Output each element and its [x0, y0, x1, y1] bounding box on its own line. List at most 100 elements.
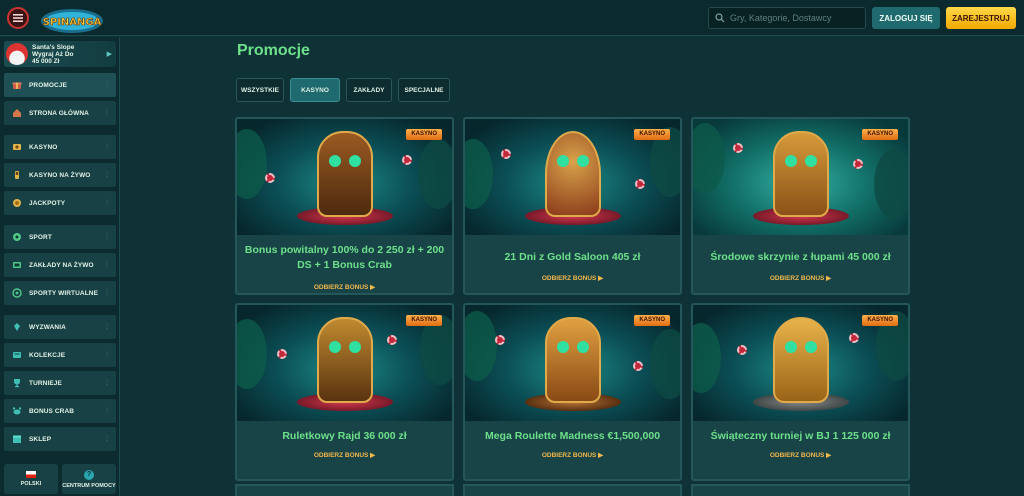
sidebar-item-wyzwania[interactable]: WYZWANIA ⋮	[4, 315, 116, 339]
spinanga-logo[interactable]: SPINANGA	[40, 4, 104, 34]
promo-card[interactable]: KASYNO Mega Roulette Madness €1,500,000 …	[463, 303, 682, 481]
sidebar-item-promocje[interactable]: PROMOCJE ⋮	[4, 73, 116, 97]
promo-card-partial[interactable]	[235, 484, 454, 496]
virtual-sports-icon	[12, 288, 22, 298]
search-icon	[715, 13, 725, 23]
sidebar-item-sporty-wirtualne[interactable]: SPORTY WIRTUALNE ⋮	[4, 281, 116, 305]
sidebar-item-label: PROMOCJE	[29, 81, 68, 89]
gift-icon	[12, 82, 22, 89]
sidebar-item-sklep[interactable]: SKLEP ⋮	[4, 427, 116, 451]
claim-bonus-link[interactable]: ODBIERZ BONUS ▶	[465, 274, 680, 282]
promo-card-title: Bonus powitalny 100% do 2 250 zł + 200 D…	[244, 244, 445, 271]
claim-bonus-link[interactable]: ODBIERZ BONUS ▶	[693, 274, 908, 282]
claim-bonus-link[interactable]: ODBIERZ BONUS ▶	[465, 451, 680, 459]
top-bar: SPINANGA ZALOGUJ SIĘ ZAREJESTRUJ	[0, 0, 1024, 36]
promo-line-3: 45 000 Zł	[32, 57, 60, 65]
promo-card-title: Świąteczny turniej w BJ 1 125 000 zł	[710, 430, 891, 442]
sidebar-promo-banner[interactable]: Santa's Slope Wygraj Aż Do 45 000 Zł ▶	[4, 41, 116, 67]
tab-kasyno[interactable]: KASYNO	[290, 78, 340, 102]
help-label: CENTRUM POMOCY	[62, 482, 116, 489]
promo-card-partial[interactable]	[463, 484, 682, 496]
login-button[interactable]: ZALOGUJ SIĘ	[872, 7, 940, 29]
more-icon: ⋮	[104, 172, 110, 178]
promo-filter-tabs: WSZYSTKIE KASYNO ZAKŁADY SPECJALNE	[236, 78, 450, 102]
santa-icon	[6, 43, 28, 65]
more-icon: ⋮	[104, 290, 110, 296]
menu-icon	[13, 14, 23, 22]
promo-card-title: Środowe skrzynie z łupami 45 000 zł	[710, 251, 891, 263]
live-casino-icon	[15, 171, 19, 179]
more-icon: ⋮	[104, 324, 110, 330]
register-button[interactable]: ZAREJESTRUJ	[946, 7, 1016, 29]
menu-toggle-button[interactable]	[7, 7, 29, 29]
page-title: Promocje	[237, 42, 310, 59]
sidebar-item-bonus-crab[interactable]: BONUS CRAB ⋮	[4, 399, 116, 423]
sidebar-item-strona-glowna[interactable]: STRONA GŁÓWNA ⋮	[4, 101, 116, 125]
more-icon: ⋮	[104, 110, 110, 116]
sidebar-item-jackpoty[interactable]: JACKPOTY ⋮	[4, 191, 116, 215]
more-icon: ⋮	[104, 82, 110, 88]
category-badge: KASYNO	[862, 315, 898, 326]
search-box[interactable]	[708, 7, 866, 29]
promo-card-image: KASYNO	[237, 305, 452, 421]
search-input[interactable]	[730, 13, 860, 23]
sidebar-item-sport[interactable]: SPORT ⋮	[4, 225, 116, 249]
promo-card-image: KASYNO	[465, 305, 680, 421]
category-badge: KASYNO	[862, 129, 898, 140]
promo-card-image: KASYNO	[237, 119, 452, 235]
sidebar-item-zaklady-na-zywo[interactable]: ZAKŁADY NA ŻYWO ⋮	[4, 253, 116, 277]
promo-card-title: 21 Dni z Gold Saloon 405 zł	[504, 251, 641, 263]
promo-card-title: Ruletkowy Rajd 36 000 zł	[282, 430, 407, 442]
sidebar-item-turnieje[interactable]: TURNIEJE ⋮	[4, 371, 116, 395]
promo-card[interactable]: KASYNO Świąteczny turniej w BJ 1 125 000…	[691, 303, 910, 481]
promo-card[interactable]: KASYNO Ruletkowy Rajd 36 000 zł ODBIERZ …	[235, 303, 454, 481]
help-center-button[interactable]: ? CENTRUM POMOCY	[62, 464, 116, 494]
sidebar-item-label: SPORTY WIRTUALNE	[29, 289, 99, 297]
promo-card-image: KASYNO	[693, 119, 908, 235]
more-icon: ⋮	[104, 200, 110, 206]
claim-bonus-link[interactable]: ODBIERZ BONUS ▶	[237, 451, 452, 459]
jackpot-icon	[13, 199, 21, 207]
promo-line-2: Wygraj Aż Do	[32, 50, 74, 58]
promo-card-partial[interactable]	[691, 484, 910, 496]
tab-specjalne[interactable]: SPECJALNE	[398, 78, 450, 102]
collections-icon	[13, 352, 21, 358]
sidebar-item-label: TURNIEJE	[29, 379, 62, 387]
promo-card[interactable]: KASYNO Bonus powitalny 100% do 2 250 zł …	[235, 117, 454, 295]
claim-bonus-link[interactable]: ODBIERZ BONUS ▶	[693, 451, 908, 459]
category-badge: KASYNO	[406, 315, 442, 326]
sidebar-item-kasyno[interactable]: KASYNO ⋮	[4, 135, 116, 159]
sidebar-item-label: JACKPOTY	[29, 199, 66, 207]
more-icon: ⋮	[104, 234, 110, 240]
sidebar-item-kolekcje[interactable]: KOLEKCJE ⋮	[4, 343, 116, 367]
promo-line-1: Santa's Slope	[32, 43, 75, 51]
sidebar-item-label: STRONA GŁÓWNA	[29, 109, 89, 117]
language-button[interactable]: POLSKI	[4, 464, 58, 494]
sidebar-item-label: ZAKŁADY NA ŻYWO	[29, 261, 94, 269]
trophy-icon	[14, 379, 20, 388]
help-icon: ?	[84, 469, 94, 480]
more-icon: ⋮	[104, 408, 110, 414]
challenges-icon	[14, 323, 20, 331]
more-icon: ⋮	[104, 380, 110, 386]
language-label: POLSKI	[20, 481, 42, 487]
more-icon: ⋮	[104, 436, 110, 442]
crab-icon	[12, 407, 22, 415]
poland-flag-icon	[26, 471, 36, 478]
tab-zaklady[interactable]: ZAKŁADY	[346, 78, 392, 102]
tab-wszystkie[interactable]: WSZYSTKIE	[236, 78, 284, 102]
chevron-right-icon: ▶	[106, 51, 112, 58]
promo-card-image: KASYNO	[465, 119, 680, 235]
more-icon: ⋮	[104, 352, 110, 358]
sidebar-item-label: SKLEP	[29, 435, 52, 443]
promo-banner-text: Santa's Slope Wygraj Aż Do 45 000 Zł	[32, 44, 74, 65]
category-badge: KASYNO	[634, 129, 670, 140]
promo-card[interactable]: KASYNO Środowe skrzynie z łupami 45 000 …	[691, 117, 910, 295]
sidebar-item-label: WYZWANIA	[29, 323, 66, 331]
sidebar-item-kasyno-na-zywo[interactable]: KASYNO NA ŻYWO ⋮	[4, 163, 116, 187]
more-icon: ⋮	[104, 144, 110, 150]
promo-card[interactable]: KASYNO 21 Dni z Gold Saloon 405 zł ODBIE…	[463, 117, 682, 295]
sport-icon	[13, 233, 21, 241]
claim-bonus-link[interactable]: ODBIERZ BONUS ▶	[237, 283, 452, 291]
sidebar-item-label: KASYNO NA ŻYWO	[29, 171, 91, 179]
